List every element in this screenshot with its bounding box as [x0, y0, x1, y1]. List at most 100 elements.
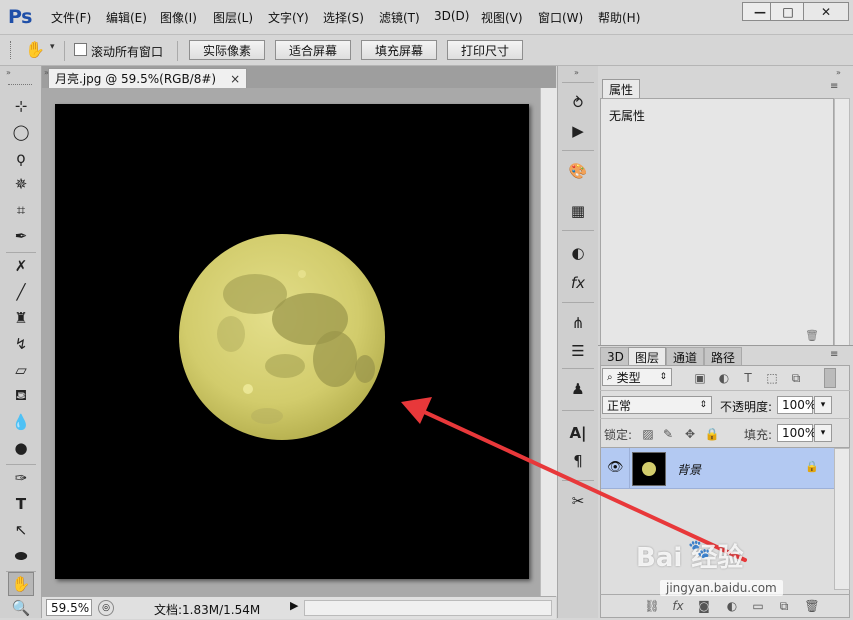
menu-3d[interactable]: 3D(D) [434, 9, 469, 23]
lock-all-icon[interactable]: 🔒 [704, 426, 720, 442]
menu-layer[interactable]: 图层(L) [213, 9, 253, 26]
menu-type[interactable]: 文字(Y) [268, 9, 309, 26]
document-tab[interactable]: 月亮.jpg @ 59.5%(RGB/8#) × [48, 68, 248, 88]
lock-position-icon[interactable]: ✥ [682, 426, 698, 442]
magic-wand-tool-icon[interactable]: ✵ [8, 172, 34, 196]
horizontal-scrollbar[interactable] [304, 600, 552, 616]
adjustments-panel-icon[interactable]: ◐ [566, 242, 590, 264]
brush-presets-panel-icon[interactable]: ⋔ [566, 312, 590, 334]
tab-close-icon[interactable]: × [230, 72, 240, 86]
healing-brush-tool-icon[interactable]: ✗ [8, 254, 34, 278]
menu-view[interactable]: 视图(V) [481, 9, 523, 26]
menu-filter[interactable]: 滤镜(T) [379, 9, 420, 26]
lock-image-icon[interactable]: ✎ [660, 426, 676, 442]
zoom-level-field[interactable]: 59.5% [46, 599, 92, 616]
scroll-all-windows-checkbox[interactable] [74, 43, 87, 56]
filter-type-icon[interactable]: T [740, 370, 756, 386]
layers-scrollbar[interactable] [834, 448, 850, 590]
fill-dropdown-icon[interactable]: ▾ [814, 424, 832, 442]
eyedropper-tool-icon[interactable]: ✒ [8, 224, 34, 248]
filter-pixel-icon[interactable]: ▣ [692, 370, 708, 386]
layer-filter-select[interactable]: ⌕ 类型 ⇕ [602, 368, 672, 386]
menu-help[interactable]: 帮助(H) [598, 9, 640, 26]
layer-row[interactable]: 👁 背景 🔒 [601, 448, 834, 489]
blur-tool-icon[interactable]: 💧 [8, 410, 34, 434]
close-button[interactable]: ✕ [803, 2, 849, 21]
new-group-icon[interactable]: ▭ [750, 598, 766, 614]
vertical-scrollbar[interactable] [540, 88, 557, 596]
zoom-tool-icon[interactable]: 🔍 [8, 596, 34, 620]
tab-layers[interactable]: 图层 [628, 347, 667, 366]
hand-tool-icon[interactable]: ✋ [22, 38, 48, 60]
hand-tool-icon[interactable]: ✋ [8, 572, 34, 596]
tool-preset-dropdown-icon[interactable]: ▾ [50, 42, 55, 52]
filter-smart-object-icon[interactable]: ⧉ [788, 370, 804, 386]
stamp-tool-icon[interactable]: ♜ [8, 306, 34, 330]
menu-window[interactable]: 窗口(W) [538, 9, 583, 26]
lasso-tool-icon[interactable]: ϙ [8, 146, 34, 170]
brush-panel-icon[interactable]: ☰ [566, 340, 590, 362]
move-tool-icon[interactable]: ⊹ [8, 94, 34, 118]
brush-tool-icon[interactable]: ╱ [8, 280, 34, 304]
clone-source-panel-icon[interactable]: ♟ [566, 378, 590, 400]
actions-panel-icon[interactable]: ▶ [566, 120, 590, 142]
actual-pixels-button[interactable]: 实际像素 [189, 40, 265, 60]
opacity-input[interactable]: 100% [777, 396, 816, 414]
eraser-tool-icon[interactable]: ▱ [8, 358, 34, 382]
crop-tool-icon[interactable]: ⌗ [8, 198, 34, 222]
tab-3d[interactable]: 3D [600, 347, 631, 366]
menu-image[interactable]: 图像(I) [160, 9, 197, 26]
pen-tool-icon[interactable]: ✑ [8, 466, 34, 490]
image-canvas[interactable] [55, 104, 529, 579]
maximize-button[interactable]: □ [770, 2, 806, 21]
history-panel-icon[interactable]: ⥁ [566, 92, 590, 114]
print-size-button[interactable]: 打印尺寸 [447, 40, 523, 60]
delete-layer-icon[interactable]: 🗑 [804, 598, 820, 614]
color-panel-icon[interactable]: 🎨 [566, 160, 590, 182]
ellipse-tool-icon[interactable]: ⬬ [8, 544, 34, 568]
collapse-arrows-icon[interactable]: » [836, 68, 841, 77]
tab-channels[interactable]: 通道 [666, 347, 705, 366]
layers-panel-menu-icon[interactable]: ≡ [830, 349, 838, 360]
add-mask-icon[interactable]: ◙ [696, 598, 712, 614]
type-tool-icon[interactable]: T [8, 492, 34, 516]
visibility-eye-icon[interactable]: 👁 [607, 460, 624, 475]
menu-edit[interactable]: 编辑(E) [106, 9, 147, 26]
marquee-tool-icon[interactable]: ◯ [8, 120, 34, 144]
opacity-dropdown-icon[interactable]: ▾ [814, 396, 832, 414]
fill-screen-button[interactable]: 填充屏幕 [361, 40, 437, 60]
link-layers-icon[interactable]: ⛓ [644, 598, 660, 614]
styles-panel-icon[interactable]: fx [566, 272, 590, 294]
fit-screen-button[interactable]: 适合屏幕 [275, 40, 351, 60]
paragraph-panel-icon[interactable]: ¶ [566, 450, 590, 472]
layer-style-icon[interactable]: fx [670, 598, 686, 614]
filter-toggle-switch[interactable] [824, 368, 836, 388]
new-adjustment-layer-icon[interactable]: ◐ [724, 598, 740, 614]
status-menu-arrow-icon[interactable]: ▶ [290, 599, 298, 612]
grip-handle[interactable] [10, 41, 13, 59]
paint-bucket-tool-icon[interactable]: ⛾ [8, 384, 34, 408]
tab-properties[interactable]: 属性 [602, 79, 641, 98]
trash-icon[interactable]: 🗑 [805, 329, 819, 342]
collapse-arrows-icon[interactable]: » [6, 68, 11, 77]
properties-scrollbar[interactable] [834, 98, 850, 346]
filter-shape-icon[interactable]: ⬚ [764, 370, 780, 386]
status-info-icon[interactable]: ◎ [98, 600, 114, 616]
blend-mode-select[interactable]: 正常 ⇕ [602, 396, 712, 414]
dodge-tool-icon[interactable]: ● [8, 436, 34, 460]
character-panel-icon[interactable]: A| [566, 422, 590, 444]
tab-paths[interactable]: 路径 [704, 347, 743, 366]
menu-select[interactable]: 选择(S) [323, 9, 364, 26]
fill-input[interactable]: 100% [777, 424, 816, 442]
tools-grip[interactable] [8, 84, 32, 86]
path-selection-tool-icon[interactable]: ↖ [8, 518, 34, 542]
new-layer-icon[interactable]: ⧉ [776, 598, 792, 614]
tool-presets-panel-icon[interactable]: ✂ [566, 490, 590, 512]
swatches-panel-icon[interactable]: ▦ [566, 200, 590, 222]
menu-file[interactable]: 文件(F) [51, 9, 91, 26]
filter-adjustment-icon[interactable]: ◐ [716, 370, 732, 386]
panel-menu-icon[interactable]: ≡ [830, 81, 838, 92]
history-brush-tool-icon[interactable]: ↯ [8, 332, 34, 356]
lock-transparent-icon[interactable]: ▨ [640, 426, 656, 442]
collapse-arrows-icon[interactable]: » [574, 68, 579, 77]
